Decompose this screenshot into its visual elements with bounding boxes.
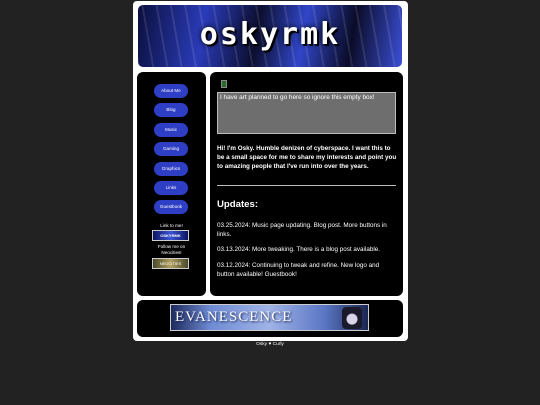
- credit-left: Osky: [256, 342, 268, 347]
- update-item: 03.12.2024: Continuing to tweak and refi…: [217, 262, 380, 278]
- update-item: 03.25.2024: Music page updating. Blog po…: [217, 222, 387, 238]
- site-credit: Osky ♥ Curly: [0, 342, 540, 347]
- site-header: oskyrmk: [137, 4, 403, 68]
- credit-right: Curly: [272, 342, 284, 347]
- footer-panel: EVANESCENCE: [137, 300, 403, 337]
- art-placeholder-alt-text: I have art planned to go here so ignore …: [220, 94, 375, 101]
- intro-text: Hi! I'm Osky. Humble denizen of cyberspa…: [217, 145, 397, 170]
- neocities-follow-badge[interactable]: NEOCITIES: [152, 258, 189, 269]
- update-item: 03.13.2024: More tweaking. There is a bl…: [217, 246, 381, 253]
- sidebar: About Me Blog Music Gaming Graphics Link…: [137, 72, 206, 296]
- nav-music-button[interactable]: Music: [154, 123, 188, 137]
- osky-link-badge[interactable]: OSKYRMK: [152, 230, 189, 241]
- nav-about-me-button[interactable]: About Me: [154, 84, 188, 98]
- nav-guestbook-button[interactable]: Guestbook: [154, 200, 188, 214]
- broken-image-icon: [221, 80, 227, 88]
- content-divider: [217, 185, 396, 186]
- follow-label-line2: Neocities!: [161, 250, 182, 255]
- site-logo: oskyrmk: [199, 17, 341, 52]
- updates-heading: Updates:: [217, 199, 259, 210]
- evanescence-banner: EVANESCENCE: [170, 304, 369, 331]
- banner-band-name: EVANESCENCE: [175, 309, 293, 325]
- nav-blog-button[interactable]: Blog: [154, 103, 188, 117]
- nav-gaming-button[interactable]: Gaming: [154, 142, 188, 156]
- main-content: I have art planned to go here so ignore …: [210, 72, 403, 296]
- heart-icon: ♥: [268, 342, 272, 347]
- nav-graphics-button[interactable]: Graphics: [154, 162, 188, 176]
- art-placeholder-image: I have art planned to go here so ignore …: [217, 92, 396, 134]
- banner-portrait: [342, 307, 362, 329]
- link-to-me-label: Link to me!: [160, 223, 183, 228]
- nav-links-button[interactable]: Links: [154, 181, 188, 195]
